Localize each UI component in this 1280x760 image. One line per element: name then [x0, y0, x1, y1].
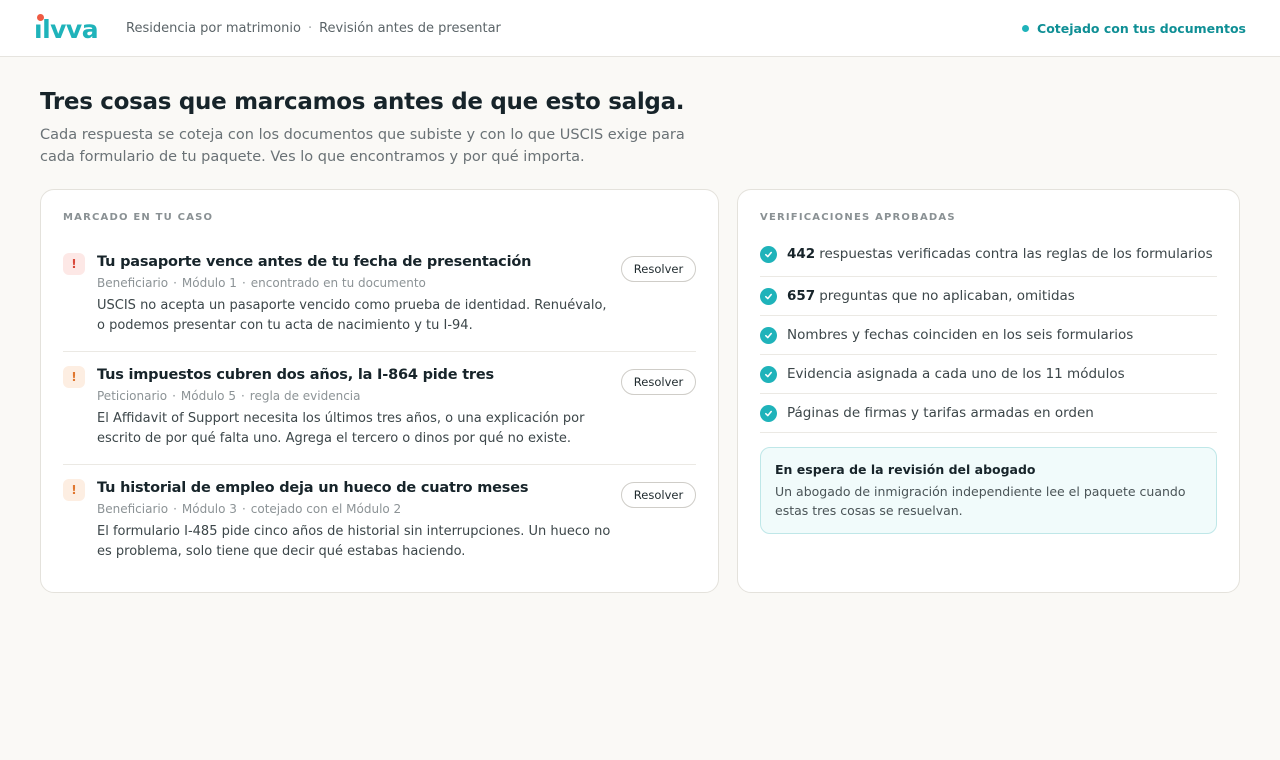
- verification-status: Cotejado con tus documentos: [1022, 0, 1246, 56]
- breadcrumb-separator: ·: [307, 20, 313, 36]
- flag-meta-item: Módulo 3: [181, 502, 237, 516]
- flag-meta-item: cotejado con el Módulo 2: [250, 502, 402, 516]
- flag-meta: Beneficiario · Módulo 3 · cotejado con el Mó…: [97, 502, 613, 516]
- breadcrumb-item-case[interactable]: Residencia por matrimonio: [126, 21, 301, 36]
- check-label: preguntas que no aplicaban, omitidas: [819, 288, 1075, 304]
- check-item: 657 preguntas que no aplicaban, omitidas: [760, 277, 1217, 316]
- breadcrumb-item-review: Revisión antes de presentar: [319, 20, 501, 36]
- logo-text: ılvva: [34, 15, 99, 44]
- meta-separator: ·: [173, 502, 177, 516]
- check-list: 442 respuestas verificadas contra las reg…: [760, 240, 1217, 433]
- breadcrumb: Residencia por matrimonio · Revisión ant…: [126, 21, 501, 36]
- flag-item: ! Tu historial de empleo deja un hueco de…: [63, 465, 696, 577]
- check-item: Páginas de firmas y tarifas armadas en o…: [760, 394, 1217, 433]
- check-label: Páginas de firmas y tarifas armadas en o…: [787, 405, 1094, 421]
- content-columns: Marcado en tu caso ! Tu pasaporte vence a…: [40, 189, 1240, 593]
- attorney-review-notice: En espera de la revisión del abogado Un …: [760, 447, 1217, 534]
- check-text: Nombres y fechas coinciden en los seis f…: [787, 327, 1133, 343]
- checks-section-label: Verificaciones aprobadas: [760, 212, 956, 223]
- flag-title: Tu historial de empleo deja un hueco de …: [97, 480, 529, 496]
- flag-title: Tus impuestos cubren dos años, la I-864 …: [97, 367, 494, 383]
- flag-item: ! Tu pasaporte vence antes de tu fecha de…: [63, 239, 696, 352]
- check-text: Evidencia asignada a cada uno de los 11 …: [787, 366, 1125, 382]
- exclamation-icon: !: [63, 253, 85, 275]
- flag-description: El formulario I-485 pide cinco años de h…: [97, 524, 611, 559]
- top-bar: ılvva Residencia por matrimonio · Revisi…: [0, 0, 1280, 57]
- meta-separator: ·: [173, 276, 177, 290]
- check-circle-icon: [760, 404, 777, 422]
- meta-separator: ·: [241, 502, 246, 516]
- status-dot-icon: [1022, 24, 1030, 32]
- attorney-review-title: En espera de la revisión del abogado: [775, 462, 1036, 477]
- resolve-button[interactable]: Resolver: [621, 482, 696, 508]
- flag-meta-item: Beneficiario: [97, 276, 169, 290]
- check-label: respuestas verificadas contra las reglas…: [819, 246, 1213, 262]
- check-item: 442 respuestas verificadas contra las reg…: [760, 240, 1217, 277]
- meta-separator: ·: [172, 389, 176, 403]
- flag-meta-item: Módulo 5: [180, 389, 236, 403]
- check-count: 442: [787, 246, 816, 262]
- resolve-button[interactable]: Resolver: [621, 369, 696, 395]
- flag-item: ! Tus impuestos cubren dos años, la I-864…: [63, 352, 696, 465]
- flag-meta-item: Módulo 1: [181, 276, 237, 290]
- flag-meta: Peticionario · Módulo 5 · regla de evidencia: [97, 389, 613, 403]
- resolve-button[interactable]: Resolver: [621, 256, 696, 282]
- page-title: Tres cosas que marcamos antes de que est…: [40, 89, 685, 115]
- flag-list: ! Tu pasaporte vence antes de tu fecha de…: [63, 239, 696, 577]
- flag-meta-item: encontrado en tu documento: [250, 276, 426, 290]
- meta-separator: ·: [241, 276, 246, 290]
- flag-description: USCIS no acepta un pasaporte vencido com…: [97, 298, 607, 333]
- flag-title: Tu pasaporte vence antes de tu fecha de …: [97, 254, 532, 270]
- status-text: Cotejado con tus documentos: [1037, 20, 1246, 36]
- exclamation-icon: !: [63, 479, 85, 501]
- alvva-logo[interactable]: ılvva: [34, 13, 106, 43]
- flag-meta-item: regla de evidencia: [249, 389, 361, 403]
- attorney-review-desc: Un abogado de inmigración independiente …: [775, 484, 1186, 518]
- flag-meta-item: Beneficiario: [97, 502, 169, 516]
- check-text: Páginas de firmas y tarifas armadas en o…: [787, 405, 1094, 421]
- check-item: Nombres y fechas coinciden en los seis f…: [760, 316, 1217, 355]
- check-circle-icon: [760, 326, 777, 344]
- exclamation-icon: !: [63, 366, 85, 388]
- flag-body: Tus impuestos cubren dos años, la I-864 …: [97, 366, 613, 449]
- flag-meta-item: Peticionario: [97, 389, 168, 403]
- flag-body: Tu historial de empleo deja un hueco de …: [97, 479, 613, 562]
- check-label: Nombres y fechas coinciden en los seis f…: [787, 327, 1134, 343]
- check-label: Evidencia asignada a cada uno de los 11 …: [787, 366, 1125, 382]
- check-text: 442 respuestas verificadas contra las reg…: [787, 246, 1213, 262]
- flag-meta: Beneficiario · Módulo 1 · encontrado en tu d…: [97, 276, 613, 290]
- check-count: 657: [787, 288, 816, 304]
- checks-card: Verificaciones aprobadas 442 respuestas v…: [737, 189, 1240, 593]
- check-item: Evidencia asignada a cada uno de los 11 …: [760, 355, 1217, 394]
- check-text: 657 preguntas que no aplicaban, omitidas: [787, 288, 1075, 304]
- check-circle-icon: [760, 365, 777, 383]
- page-subtitle: Cada respuesta se coteja con los documen…: [40, 127, 685, 165]
- flags-card: Marcado en tu caso ! Tu pasaporte vence a…: [40, 189, 719, 593]
- intro-section: Tres cosas que marcamos antes de que est…: [0, 57, 1280, 168]
- logo-dot: [37, 14, 44, 21]
- flags-section-label: Marcado en tu caso: [63, 212, 214, 223]
- flag-description: El Affidavit of Support necesita los últ…: [97, 411, 585, 446]
- meta-separator: ·: [240, 389, 245, 403]
- check-circle-icon: [760, 287, 777, 305]
- flag-body: Tu pasaporte vence antes de tu fecha de …: [97, 253, 613, 336]
- check-circle-icon: [760, 246, 777, 263]
